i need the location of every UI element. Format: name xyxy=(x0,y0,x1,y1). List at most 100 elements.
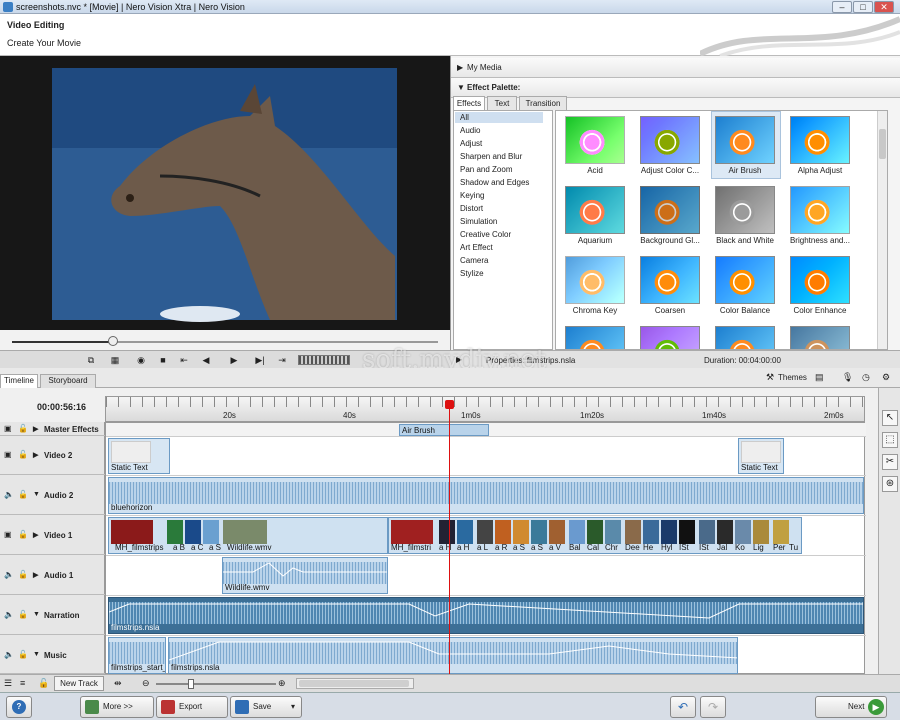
lock-icon[interactable]: 🔓 xyxy=(18,650,28,659)
ripple-tool-icon[interactable]: ⊛ xyxy=(882,476,898,492)
aspect-icon[interactable]: ⧉ xyxy=(82,353,100,367)
effect-thumbnail-brightness[interactable] xyxy=(790,186,850,234)
track-header-music[interactable]: 🔈 🔓 ▼ Music xyxy=(0,635,105,674)
speaker-icon[interactable]: 🔈 xyxy=(4,650,14,659)
collapse-arrow-icon[interactable]: ▼ xyxy=(33,611,40,618)
effect-thumbnail-acid[interactable] xyxy=(565,116,625,164)
category-item[interactable]: Keying xyxy=(460,191,484,200)
track-header-narration[interactable]: 🔈 🔓 ▼ Narration xyxy=(0,595,105,635)
category-item[interactable]: Simulation xyxy=(460,217,497,226)
mark-out-icon[interactable]: ⇥ xyxy=(273,353,291,367)
effect-thumbnail-color-balance[interactable] xyxy=(715,256,775,304)
speaker-icon[interactable]: 🔈 xyxy=(4,610,14,619)
category-item[interactable]: Audio xyxy=(460,126,480,135)
lock-icon[interactable]: 🔓 xyxy=(18,610,28,619)
track-header-video-2[interactable]: ▣ 🔓 ▶ Video 2 xyxy=(0,436,105,475)
track-header-master-effects[interactable]: ▣ 🔓 ▶ Master Effects xyxy=(0,422,105,436)
effect-palette-header[interactable]: ▼ Effect Palette: xyxy=(451,78,900,98)
playhead-handle[interactable] xyxy=(445,400,454,409)
minimize-button[interactable]: – xyxy=(832,1,852,13)
save-button[interactable]: Save ▾ xyxy=(230,696,302,718)
effect-thumbnail[interactable] xyxy=(790,326,850,349)
audio-clip-music[interactable]: filmstrips.nsla xyxy=(168,637,738,674)
zoom-slider[interactable] xyxy=(156,683,276,685)
audio-clip-narration[interactable]: filmstrips.nsla xyxy=(108,597,864,634)
playhead-line[interactable] xyxy=(449,402,450,674)
timeline-ruler[interactable]: 20s 40s 1m0s 1m20s 1m40s 2m0s xyxy=(105,396,865,422)
redo-button[interactable]: ↷ xyxy=(700,696,726,718)
category-item[interactable]: Art Effect xyxy=(460,243,493,252)
text-clip-static-text-2[interactable]: Static Text xyxy=(738,438,784,474)
audio-clip-music-start[interactable]: filmstrips_start_a xyxy=(108,637,166,674)
zoom-out-icon[interactable]: ⊖ xyxy=(142,678,150,689)
track-view-icon[interactable]: ≡ xyxy=(20,678,25,688)
audio-clip-bluehorizon[interactable]: bluehorizon xyxy=(108,477,864,514)
lock-icon[interactable]: 🔓 xyxy=(18,570,28,579)
effect-thumbnail[interactable] xyxy=(715,326,775,349)
video-clip-group-1[interactable]: MH_filmstrips a B a C a S Wildlife.wmv xyxy=(108,517,388,554)
scrubber-handle[interactable] xyxy=(108,336,118,346)
effect-thumbnail-background-glow[interactable] xyxy=(640,186,700,234)
themes-icon[interactable]: ⚒ xyxy=(766,372,774,383)
tab-text[interactable]: Text xyxy=(487,96,517,110)
effect-thumbnail[interactable] xyxy=(565,326,625,349)
track-header-video-1[interactable]: ▣ 🔓 ▶ Video 1 xyxy=(0,515,105,555)
previous-frame-icon[interactable]: ◀ xyxy=(197,353,215,367)
category-item[interactable]: Shadow and Edges xyxy=(460,178,529,187)
themes-button[interactable]: Themes xyxy=(778,373,807,382)
list-view-icon[interactable]: ☰ xyxy=(4,678,12,689)
tools-icon[interactable]: ⚙ xyxy=(882,372,890,383)
category-item[interactable]: Sharpen and Blur xyxy=(460,152,522,161)
grid-scrollbar[interactable] xyxy=(877,111,887,349)
speaker-icon[interactable]: 🔈 xyxy=(4,490,14,499)
effect-clip-air-brush[interactable]: Air Brush xyxy=(399,424,489,436)
help-button[interactable]: ? xyxy=(6,696,32,718)
horizontal-scrollbar[interactable] xyxy=(296,678,414,689)
track-header-audio-1[interactable]: 🔈 🔓 ▶ Audio 1 xyxy=(0,555,105,595)
effect-thumbnail-coarsen[interactable] xyxy=(640,256,700,304)
expand-arrow-icon[interactable]: ▶ xyxy=(33,531,38,539)
selection-tool-icon[interactable]: ⬚ xyxy=(882,432,898,448)
category-item[interactable]: Distort xyxy=(460,204,483,213)
video-preview[interactable] xyxy=(0,56,450,346)
visibility-icon[interactable]: ▣ xyxy=(4,424,14,433)
visibility-icon[interactable]: ▣ xyxy=(4,450,14,459)
text-clip-static-text-1[interactable]: Static Text xyxy=(108,438,170,474)
zoom-in-icon[interactable]: ⊕ xyxy=(278,678,286,689)
microphone-icon[interactable]: 🎙 xyxy=(842,372,853,383)
tab-effects[interactable]: Effects xyxy=(453,96,485,110)
scrollbar-thumb[interactable] xyxy=(879,129,886,159)
clock-icon[interactable]: ◷ xyxy=(862,372,870,383)
more-button[interactable]: More >> xyxy=(80,696,154,718)
expand-arrow-icon[interactable]: ▶ xyxy=(33,451,38,459)
zoom-slider-handle[interactable] xyxy=(188,679,194,689)
mark-in-icon[interactable]: ⇤ xyxy=(175,353,193,367)
collapse-arrow-icon[interactable]: ▼ xyxy=(33,651,40,658)
pointer-tool-icon[interactable]: ↖ xyxy=(882,410,898,426)
tab-timeline[interactable]: Timeline xyxy=(0,374,38,388)
view-options-icon[interactable]: ▤ xyxy=(815,372,824,383)
expand-arrow-icon[interactable]: ▶ xyxy=(33,571,38,579)
next-button[interactable]: Next ▶ xyxy=(815,696,887,718)
effect-thumbnail-black-and-white[interactable] xyxy=(715,186,775,234)
category-item[interactable]: Pan and Zoom xyxy=(460,165,512,174)
category-item[interactable]: All xyxy=(460,113,469,122)
expand-arrow-icon[interactable]: ▶ xyxy=(33,425,38,433)
fit-icon[interactable]: ⇹ xyxy=(114,678,122,689)
lock-icon[interactable]: 🔓 xyxy=(38,678,49,689)
category-item[interactable]: Camera xyxy=(460,256,488,265)
snapshot-icon[interactable]: ◉ xyxy=(132,353,150,367)
new-track-button[interactable]: New Track xyxy=(54,676,104,691)
lock-icon[interactable]: 🔓 xyxy=(18,530,28,539)
maximize-button[interactable]: □ xyxy=(853,1,873,13)
lock-icon[interactable]: 🔓 xyxy=(18,450,28,459)
effect-thumbnail-air-brush[interactable] xyxy=(715,116,775,164)
play-icon[interactable]: ▶ xyxy=(225,353,243,367)
effect-thumbnail-color-enhance[interactable] xyxy=(790,256,850,304)
jog-wheel[interactable] xyxy=(298,355,350,365)
visibility-icon[interactable]: ▣ xyxy=(4,530,14,539)
audio-clip-wildlife[interactable]: Wildlife.wmv xyxy=(222,557,388,594)
effect-thumbnail-adjust-color[interactable] xyxy=(640,116,700,164)
lock-icon[interactable]: 🔓 xyxy=(18,490,28,499)
effect-thumbnail[interactable] xyxy=(640,326,700,349)
